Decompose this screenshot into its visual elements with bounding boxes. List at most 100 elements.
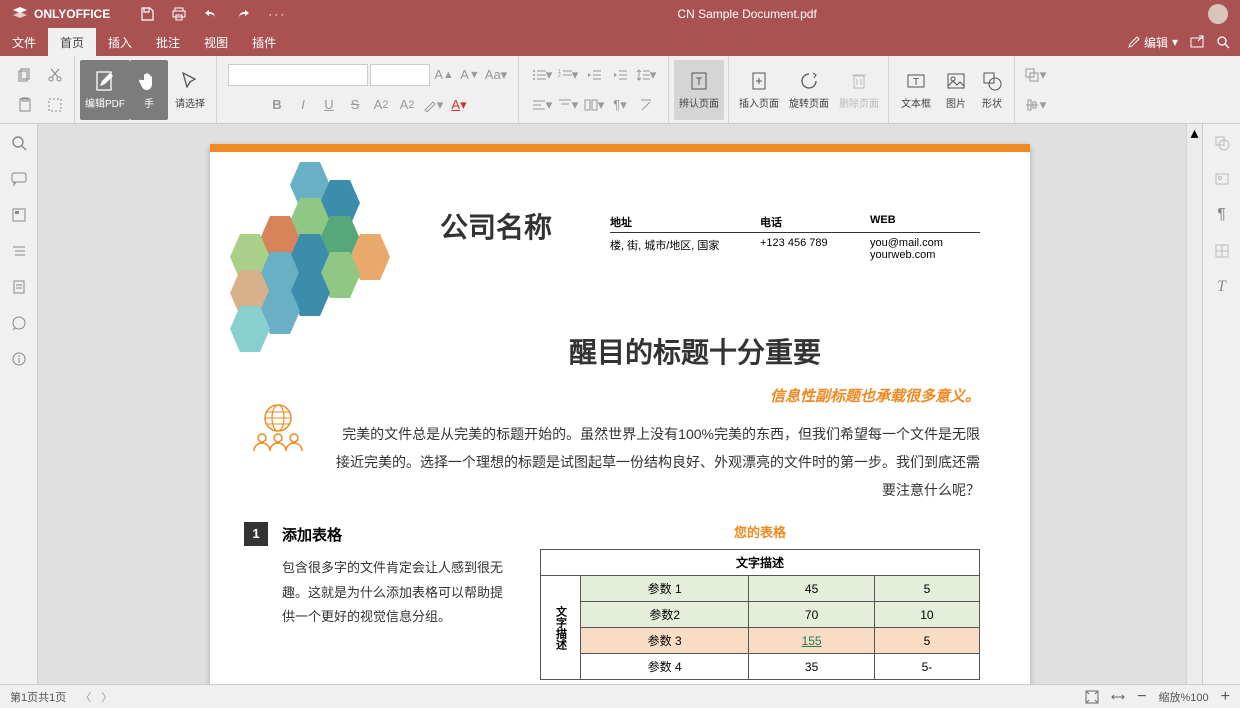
next-page-icon[interactable]: 〉 bbox=[101, 689, 112, 705]
image-settings-icon[interactable] bbox=[1213, 170, 1231, 188]
canvas[interactable]: 公司名称 地址 电话 WEB bbox=[38, 124, 1202, 684]
shape-settings-icon[interactable] bbox=[1213, 134, 1231, 152]
main-area: 公司名称 地址 电话 WEB bbox=[0, 124, 1240, 684]
columns-icon[interactable]: ▾ bbox=[582, 93, 606, 117]
search-icon[interactable] bbox=[1216, 35, 1230, 49]
strike-icon[interactable]: S bbox=[343, 93, 367, 117]
line-spacing-icon[interactable]: ▾ bbox=[634, 63, 658, 87]
paragraph-settings-icon[interactable]: ¶ bbox=[1213, 206, 1231, 224]
menu-bar: 文件 首页 插入 批注 视图 插件 编辑 ▾ bbox=[0, 28, 1240, 56]
indent-icon[interactable] bbox=[608, 63, 632, 87]
select-label: 请选择 bbox=[175, 95, 205, 110]
bullets-icon[interactable]: ▾ bbox=[530, 63, 554, 87]
web-label: WEB bbox=[870, 214, 962, 226]
paste-icon[interactable] bbox=[13, 93, 37, 117]
edit-pdf-button[interactable]: 编辑PDF bbox=[80, 60, 130, 120]
edit-mode-button[interactable]: 编辑 ▾ bbox=[1128, 34, 1178, 51]
align-objects-icon[interactable]: ▾ bbox=[1023, 93, 1047, 117]
subheadline: 信息性副标题也承载很多意义。 bbox=[230, 385, 980, 406]
increase-font-icon[interactable]: A▲ bbox=[432, 63, 456, 87]
table-cell: 45 bbox=[749, 576, 875, 602]
subscript-icon[interactable]: A2 bbox=[395, 93, 419, 117]
font-size-select[interactable] bbox=[370, 64, 430, 86]
save-icon[interactable] bbox=[140, 7, 154, 21]
about-icon[interactable] bbox=[10, 350, 28, 368]
menu-view[interactable]: 视图 bbox=[192, 28, 240, 56]
comments-icon[interactable] bbox=[10, 170, 28, 188]
user-avatar[interactable] bbox=[1208, 4, 1228, 24]
zoom-in-icon[interactable]: + bbox=[1221, 688, 1230, 706]
table-side-label: 文字描述 bbox=[541, 576, 581, 680]
hand-tool-button[interactable]: 手 bbox=[130, 60, 168, 120]
undo-icon[interactable] bbox=[204, 7, 218, 21]
headline: 醒目的标题十分重要 bbox=[410, 331, 980, 371]
textbox-button[interactable]: T 文本框 bbox=[894, 60, 938, 120]
copy-icon[interactable] bbox=[13, 63, 37, 87]
table-cell: 参数2 bbox=[581, 602, 749, 628]
more-icon[interactable]: ··· bbox=[268, 7, 286, 21]
select-tool-button[interactable]: 请选择 bbox=[168, 60, 212, 120]
hand-label: 手 bbox=[144, 95, 154, 110]
menu-comment[interactable]: 批注 bbox=[144, 28, 192, 56]
feedback-icon[interactable] bbox=[10, 314, 28, 332]
font-family-select[interactable] bbox=[228, 64, 368, 86]
insert-page-button[interactable]: 插入页面 bbox=[734, 60, 784, 120]
numbering-icon[interactable]: 12▾ bbox=[556, 63, 580, 87]
print-icon[interactable] bbox=[172, 7, 186, 21]
prev-page-icon[interactable]: 〈 bbox=[80, 689, 91, 705]
zoom-out-icon[interactable]: − bbox=[1137, 688, 1146, 706]
textart-settings-icon[interactable]: T bbox=[1213, 278, 1231, 296]
section-number: 1 bbox=[244, 522, 268, 546]
thumbnails-icon[interactable] bbox=[10, 206, 28, 224]
onlyoffice-icon bbox=[12, 6, 28, 22]
cut-icon[interactable] bbox=[43, 63, 67, 87]
table-settings-icon[interactable] bbox=[1213, 242, 1231, 260]
valign-icon[interactable]: ▾ bbox=[556, 93, 580, 117]
align-left-icon[interactable]: ▾ bbox=[530, 93, 554, 117]
page-indicator: 第1页共1页 bbox=[10, 689, 66, 705]
delete-page-label: 删除页面 bbox=[839, 95, 879, 110]
vertical-scrollbar[interactable]: ▴ bbox=[1186, 124, 1202, 684]
outdent-icon[interactable] bbox=[582, 63, 606, 87]
edit-mode-label: 编辑 bbox=[1144, 34, 1168, 51]
zoom-level[interactable]: 缩放%100 bbox=[1159, 689, 1209, 705]
textbox-label: 文本框 bbox=[901, 95, 931, 110]
fit-page-icon[interactable] bbox=[1085, 690, 1099, 704]
select-all-icon[interactable] bbox=[43, 93, 67, 117]
highlight-icon[interactable]: ▾ bbox=[421, 93, 445, 117]
shape-button[interactable]: 形状 bbox=[974, 60, 1010, 120]
change-case-icon[interactable]: Aa▾ bbox=[484, 63, 508, 87]
menu-home[interactable]: 首页 bbox=[48, 28, 96, 56]
italic-icon[interactable]: I bbox=[291, 93, 315, 117]
bold-icon[interactable]: B bbox=[265, 93, 289, 117]
image-button[interactable]: 图片 bbox=[938, 60, 974, 120]
outline-icon[interactable] bbox=[10, 242, 28, 260]
font-color-icon[interactable]: A▾ bbox=[447, 93, 471, 117]
hex-graphic bbox=[220, 162, 390, 372]
menu-insert[interactable]: 插入 bbox=[96, 28, 144, 56]
redo-icon[interactable] bbox=[236, 7, 250, 21]
superscript-icon[interactable]: A2 bbox=[369, 93, 393, 117]
arrange-icon[interactable]: ▾ bbox=[1023, 63, 1047, 87]
find-icon[interactable] bbox=[10, 134, 28, 152]
underline-icon[interactable]: U bbox=[317, 93, 341, 117]
rotate-page-button[interactable]: 旋转页面 bbox=[784, 60, 834, 120]
table-cell: 10 bbox=[874, 602, 979, 628]
fit-width-icon[interactable] bbox=[1111, 690, 1125, 704]
open-location-icon[interactable] bbox=[1190, 35, 1204, 49]
recognize-page-button[interactable]: T 辨认页面 bbox=[674, 60, 724, 120]
menu-file[interactable]: 文件 bbox=[0, 28, 48, 56]
table-cell: 参数 3 bbox=[581, 628, 749, 654]
title-bar: ONLYOFFICE ··· CN Sample Document.pdf bbox=[0, 0, 1240, 28]
paragraph-mark-icon[interactable]: ¶▾ bbox=[608, 93, 632, 117]
image-label: 图片 bbox=[946, 95, 966, 110]
tel-label: 电话 bbox=[760, 214, 862, 230]
data-table: 文字描述 文字描述 参数 1455 参数27010 参数 31555 参数 43… bbox=[540, 549, 980, 680]
decrease-font-icon[interactable]: A▼ bbox=[458, 63, 482, 87]
delete-page-button[interactable]: 删除页面 bbox=[834, 60, 884, 120]
menu-plugins[interactable]: 插件 bbox=[240, 28, 288, 56]
table-cell: 参数 4 bbox=[581, 654, 749, 680]
pages-panel-icon[interactable] bbox=[10, 278, 28, 296]
clear-format-icon[interactable] bbox=[634, 93, 658, 117]
table-header: 文字描述 bbox=[541, 550, 980, 576]
